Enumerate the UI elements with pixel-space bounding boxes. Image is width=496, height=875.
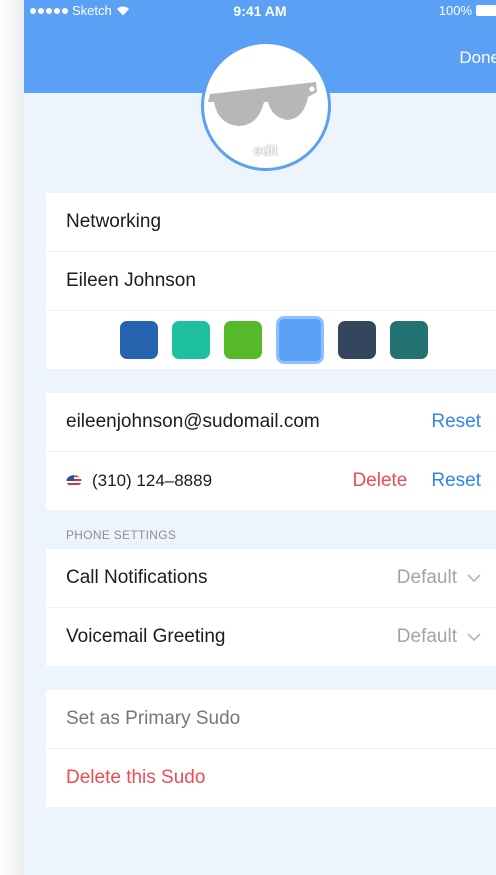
call-notifications-label: Call Notifications [66, 567, 208, 588]
call-notifications-row[interactable]: Call Notifications Default [46, 549, 496, 607]
phone-actions: Delete Reset [352, 470, 481, 492]
phone-reset-button[interactable]: Reset [431, 470, 481, 492]
voicemail-greeting-label: Voicemail Greeting [66, 626, 226, 647]
color-swatch-6[interactable] [389, 321, 428, 359]
phone-settings-section: Call Notifications Default Voicemail Gre… [46, 549, 496, 667]
delete-sudo-row[interactable]: Delete this Sudo [46, 749, 496, 807]
battery-percent: 100% [438, 3, 472, 18]
battery-info: 100% [439, 3, 496, 18]
profile-section: Networking Eileen Johnson [46, 193, 496, 370]
color-swatch-4[interactable] [275, 316, 324, 364]
owner-name-value: Eileen Johnson [66, 270, 196, 291]
phone-number-value: (310) 124–8889 [92, 471, 213, 490]
color-swatch-2[interactable] [171, 321, 210, 359]
phone-number: (310) 124–8889 [66, 471, 352, 491]
phone-delete-button[interactable]: Delete [352, 470, 407, 492]
email-value: eileenjohnson@sudomail.com [66, 411, 320, 432]
set-primary-label: Set as Primary Sudo [66, 708, 241, 729]
chevron-down-icon [467, 632, 481, 641]
email-reset-button[interactable]: Reset [431, 411, 481, 433]
sudo-name-value: Networking [66, 211, 162, 232]
sudo-actions-section: Set as Primary Sudo Delete this Sudo [46, 690, 496, 808]
status-time: 9:41 AM [233, 3, 287, 19]
voicemail-greeting-row[interactable]: Voicemail Greeting Default [46, 608, 496, 666]
phone-settings-header: PHONE SETTINGS [66, 528, 177, 542]
phone-screen: Sketch 9:41 AM 100% Done edit Networking… [24, 0, 496, 875]
delete-sudo-label: Delete this Sudo [66, 767, 206, 788]
status-bar: Sketch 9:41 AM 100% [24, 0, 496, 22]
color-swatch-5[interactable] [337, 321, 376, 359]
phone-row: (310) 124–8889 Delete Reset [46, 452, 496, 510]
us-flag-icon [66, 475, 82, 487]
owner-name-field[interactable]: Eileen Johnson [46, 252, 496, 310]
color-swatch-1[interactable] [119, 321, 158, 359]
set-primary-row[interactable]: Set as Primary Sudo [46, 690, 496, 748]
left-shadow [0, 0, 24, 875]
sudo-name-field[interactable]: Networking [46, 193, 496, 251]
chevron-down-icon [467, 573, 481, 582]
voicemail-greeting-dropdown[interactable]: Default [397, 626, 481, 648]
battery-icon [476, 5, 496, 16]
call-notifications-value: Default [396, 567, 457, 588]
avatar-edit-label: edit [253, 142, 279, 158]
email-row: eileenjohnson@sudomail.com Reset [46, 393, 496, 451]
voicemail-greeting-value: Default [396, 626, 457, 647]
avatar[interactable]: edit [201, 41, 331, 171]
contact-section: eileenjohnson@sudomail.com Reset (310) 1… [46, 393, 496, 511]
color-picker [46, 311, 496, 369]
call-notifications-dropdown[interactable]: Default [397, 567, 481, 589]
color-swatch-3[interactable] [223, 321, 262, 359]
done-button[interactable]: Done [459, 48, 496, 68]
